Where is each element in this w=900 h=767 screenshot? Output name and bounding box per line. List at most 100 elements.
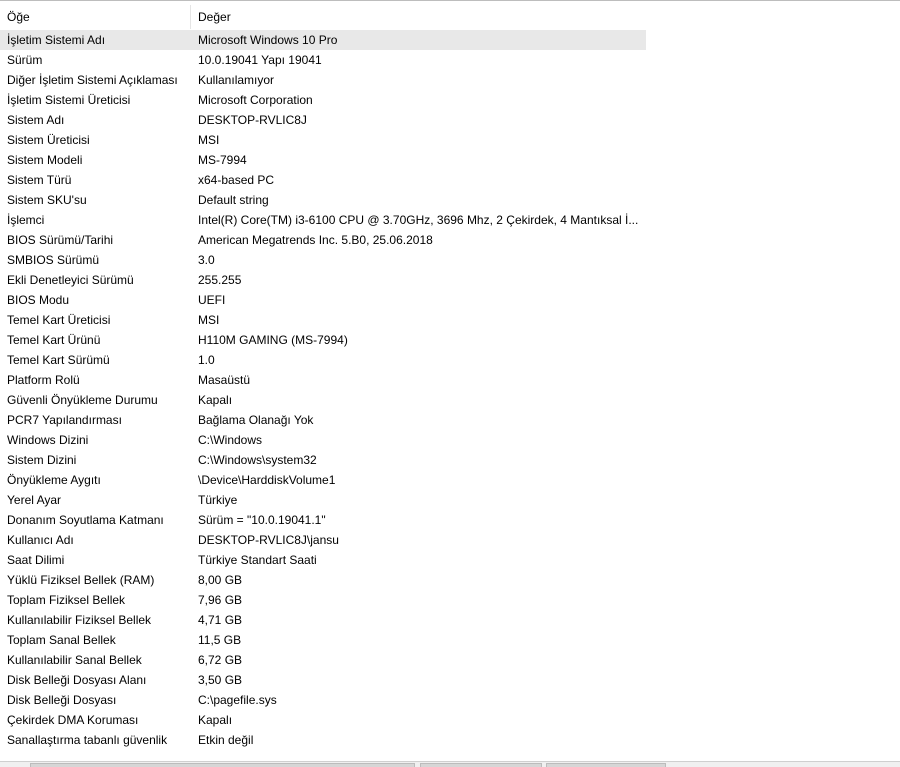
table-row[interactable]: Temel Kart Ürünü H110M GAMING (MS-7994): [0, 330, 900, 350]
table-row[interactable]: Sistem Türü x64-based PC: [0, 170, 900, 190]
item-cell: Önyükleme Aygıtı: [7, 473, 101, 487]
item-cell: İşletim Sistemi Adı: [0, 30, 191, 50]
table-row[interactable]: Yerel Ayar Türkiye: [0, 490, 900, 510]
item-cell: Sistem Dizini: [7, 453, 77, 467]
value-cell: American Megatrends Inc. 5.B0, 25.06.201…: [198, 233, 433, 247]
column-header-item[interactable]: Öğe: [0, 5, 191, 29]
item-cell: İşlemci: [7, 213, 45, 227]
value-cell: Etkin değil: [198, 733, 254, 747]
value-cell: 6,72 GB: [198, 653, 243, 667]
value-cell: H110M GAMING (MS-7994): [198, 333, 348, 347]
value-cell: Sürüm = "10.0.19041.1": [198, 513, 326, 527]
value-cell: 8,00 GB: [198, 573, 243, 587]
table-row[interactable]: BIOS Sürümü/Tarihi American Megatrends In…: [0, 230, 900, 250]
table-row[interactable]: Donanım Soyutlama Katmanı Sürüm = "10.0.1…: [0, 510, 900, 530]
value-cell: 7,96 GB: [198, 593, 243, 607]
item-cell: Sistem Modeli: [7, 153, 83, 167]
table-row[interactable]: Saat Dilimi Türkiye Standart Saati: [0, 550, 900, 570]
item-cell: Toplam Fiziksel Bellek: [7, 593, 126, 607]
table-row[interactable]: SMBIOS Sürümü 3.0: [0, 250, 900, 270]
system-info-list: İşletim Sistemi Adı Microsoft Windows 10 …: [0, 30, 900, 750]
table-row[interactable]: Sistem SKU'su Default string: [0, 190, 900, 210]
scrollbar-track-right[interactable]: [546, 763, 666, 767]
table-row[interactable]: Yüklü Fiziksel Bellek (RAM) 8,00 GB: [0, 570, 900, 590]
item-cell: Sistem Türü: [7, 173, 72, 187]
table-row[interactable]: Temel Kart Üreticisi MSI: [0, 310, 900, 330]
value-cell: 10.0.19041 Yapı 19041: [198, 53, 322, 67]
table-row[interactable]: Önyükleme Aygıtı \Device\HarddiskVolume1: [0, 470, 900, 490]
item-cell: Disk Belleği Dosyası: [7, 693, 117, 707]
value-cell: C:\pagefile.sys: [198, 693, 277, 707]
value-cell: Default string: [198, 193, 269, 207]
list-header: Öğe Değer: [0, 5, 646, 29]
table-row[interactable]: Temel Kart Sürümü 1.0: [0, 350, 900, 370]
table-row[interactable]: Sistem Üreticisi MSI: [0, 130, 900, 150]
table-row[interactable]: Kullanılabilir Fiziksel Bellek 4,71 GB: [0, 610, 900, 630]
value-cell: C:\Windows: [198, 433, 263, 447]
value-cell: Türkiye: [198, 493, 238, 507]
item-cell: Sürüm: [7, 53, 43, 67]
value-cell: MS-7994: [198, 153, 247, 167]
table-row[interactable]: Güvenli Önyükleme Durumu Kapalı: [0, 390, 900, 410]
table-row[interactable]: Sistem Modeli MS-7994: [0, 150, 900, 170]
item-cell: Yüklü Fiziksel Bellek (RAM): [7, 573, 155, 587]
scrollbar-track-left[interactable]: [30, 763, 415, 767]
table-row[interactable]: BIOS Modu UEFI: [0, 290, 900, 310]
item-cell: Kullanılabilir Sanal Bellek: [7, 653, 142, 667]
scrollbar-thumb[interactable]: [420, 763, 542, 767]
value-cell: 3.0: [198, 253, 215, 267]
item-cell: Sistem Üreticisi: [7, 133, 90, 147]
item-cell: PCR7 Yapılandırması: [7, 413, 122, 427]
item-cell: BIOS Sürümü/Tarihi: [7, 233, 114, 247]
item-cell: Saat Dilimi: [7, 553, 65, 567]
table-row[interactable]: Sürüm 10.0.19041 Yapı 19041: [0, 50, 900, 70]
item-cell: Kullanıcı Adı: [7, 533, 74, 547]
item-cell: Güvenli Önyükleme Durumu: [7, 393, 158, 407]
item-cell: Ekli Denetleyici Sürümü: [7, 273, 134, 287]
value-cell: 255.255: [198, 273, 242, 287]
table-row[interactable]: Kullanılabilir Sanal Bellek 6,72 GB: [0, 650, 900, 670]
table-row[interactable]: Sistem Dizini C:\Windows\system32: [0, 450, 900, 470]
value-cell: 3,50 GB: [198, 673, 243, 687]
table-row[interactable]: Sistem Adı DESKTOP-RVLIC8J: [0, 110, 900, 130]
item-cell: Sistem SKU'su: [7, 193, 87, 207]
table-row[interactable]: Windows Dizini C:\Windows: [0, 430, 900, 450]
table-row[interactable]: İşletim Sistemi Adı Microsoft Windows 10 …: [0, 30, 900, 50]
table-row[interactable]: İşlemci Intel(R) Core(TM) i3-6100 CPU @ 3…: [0, 210, 900, 230]
item-cell: Yerel Ayar: [7, 493, 62, 507]
value-cell: Türkiye Standart Saati: [198, 553, 317, 567]
value-cell: Kapalı: [198, 393, 233, 407]
value-cell: Bağlama Olanağı Yok: [198, 413, 314, 427]
table-row[interactable]: Disk Belleği Dosyası Alanı 3,50 GB: [0, 670, 900, 690]
value-cell: Kullanılamıyor: [198, 73, 275, 87]
value-cell: 4,71 GB: [198, 613, 243, 627]
table-row[interactable]: Platform Rolü Masaüstü: [0, 370, 900, 390]
value-cell: x64-based PC: [198, 173, 275, 187]
table-row[interactable]: Disk Belleği Dosyası C:\pagefile.sys: [0, 690, 900, 710]
table-row[interactable]: Kullanıcı Adı DESKTOP-RVLIC8J\jansu: [0, 530, 900, 550]
item-cell: Sistem Adı: [7, 113, 65, 127]
table-row[interactable]: Çekirdek DMA Koruması Kapalı: [0, 710, 900, 730]
column-header-value[interactable]: Değer: [191, 5, 646, 29]
table-row[interactable]: PCR7 Yapılandırması Bağlama Olanağı Yok: [0, 410, 900, 430]
item-cell: SMBIOS Sürümü: [7, 253, 100, 267]
item-cell: Kullanılabilir Fiziksel Bellek: [7, 613, 152, 627]
table-row[interactable]: İşletim Sistemi Üreticisi Microsoft Corpo…: [0, 90, 900, 110]
item-cell: Temel Kart Üreticisi: [7, 313, 111, 327]
item-cell: Toplam Sanal Bellek: [7, 633, 116, 647]
value-cell: Kapalı: [198, 713, 233, 727]
value-cell: Microsoft Corporation: [198, 93, 313, 107]
item-cell: Donanım Soyutlama Katmanı: [7, 513, 164, 527]
item-cell: Disk Belleği Dosyası Alanı: [7, 673, 147, 687]
table-row[interactable]: Ekli Denetleyici Sürümü 255.255: [0, 270, 900, 290]
value-cell: \Device\HarddiskVolume1: [198, 473, 336, 487]
table-row[interactable]: Diğer İşletim Sistemi Açıklaması Kullanıl…: [0, 70, 900, 90]
item-cell: Platform Rolü: [7, 373, 80, 387]
value-cell: 1.0: [198, 353, 215, 367]
value-cell: MSI: [198, 313, 220, 327]
item-cell: Sanallaştırma tabanlı güvenlik: [7, 733, 168, 747]
item-cell: Temel Kart Sürümü: [7, 353, 110, 367]
table-row[interactable]: Toplam Fiziksel Bellek 7,96 GB: [0, 590, 900, 610]
table-row[interactable]: Toplam Sanal Bellek 11,5 GB: [0, 630, 900, 650]
table-row[interactable]: Sanallaştırma tabanlı güvenlik Etkin deği…: [0, 730, 900, 750]
